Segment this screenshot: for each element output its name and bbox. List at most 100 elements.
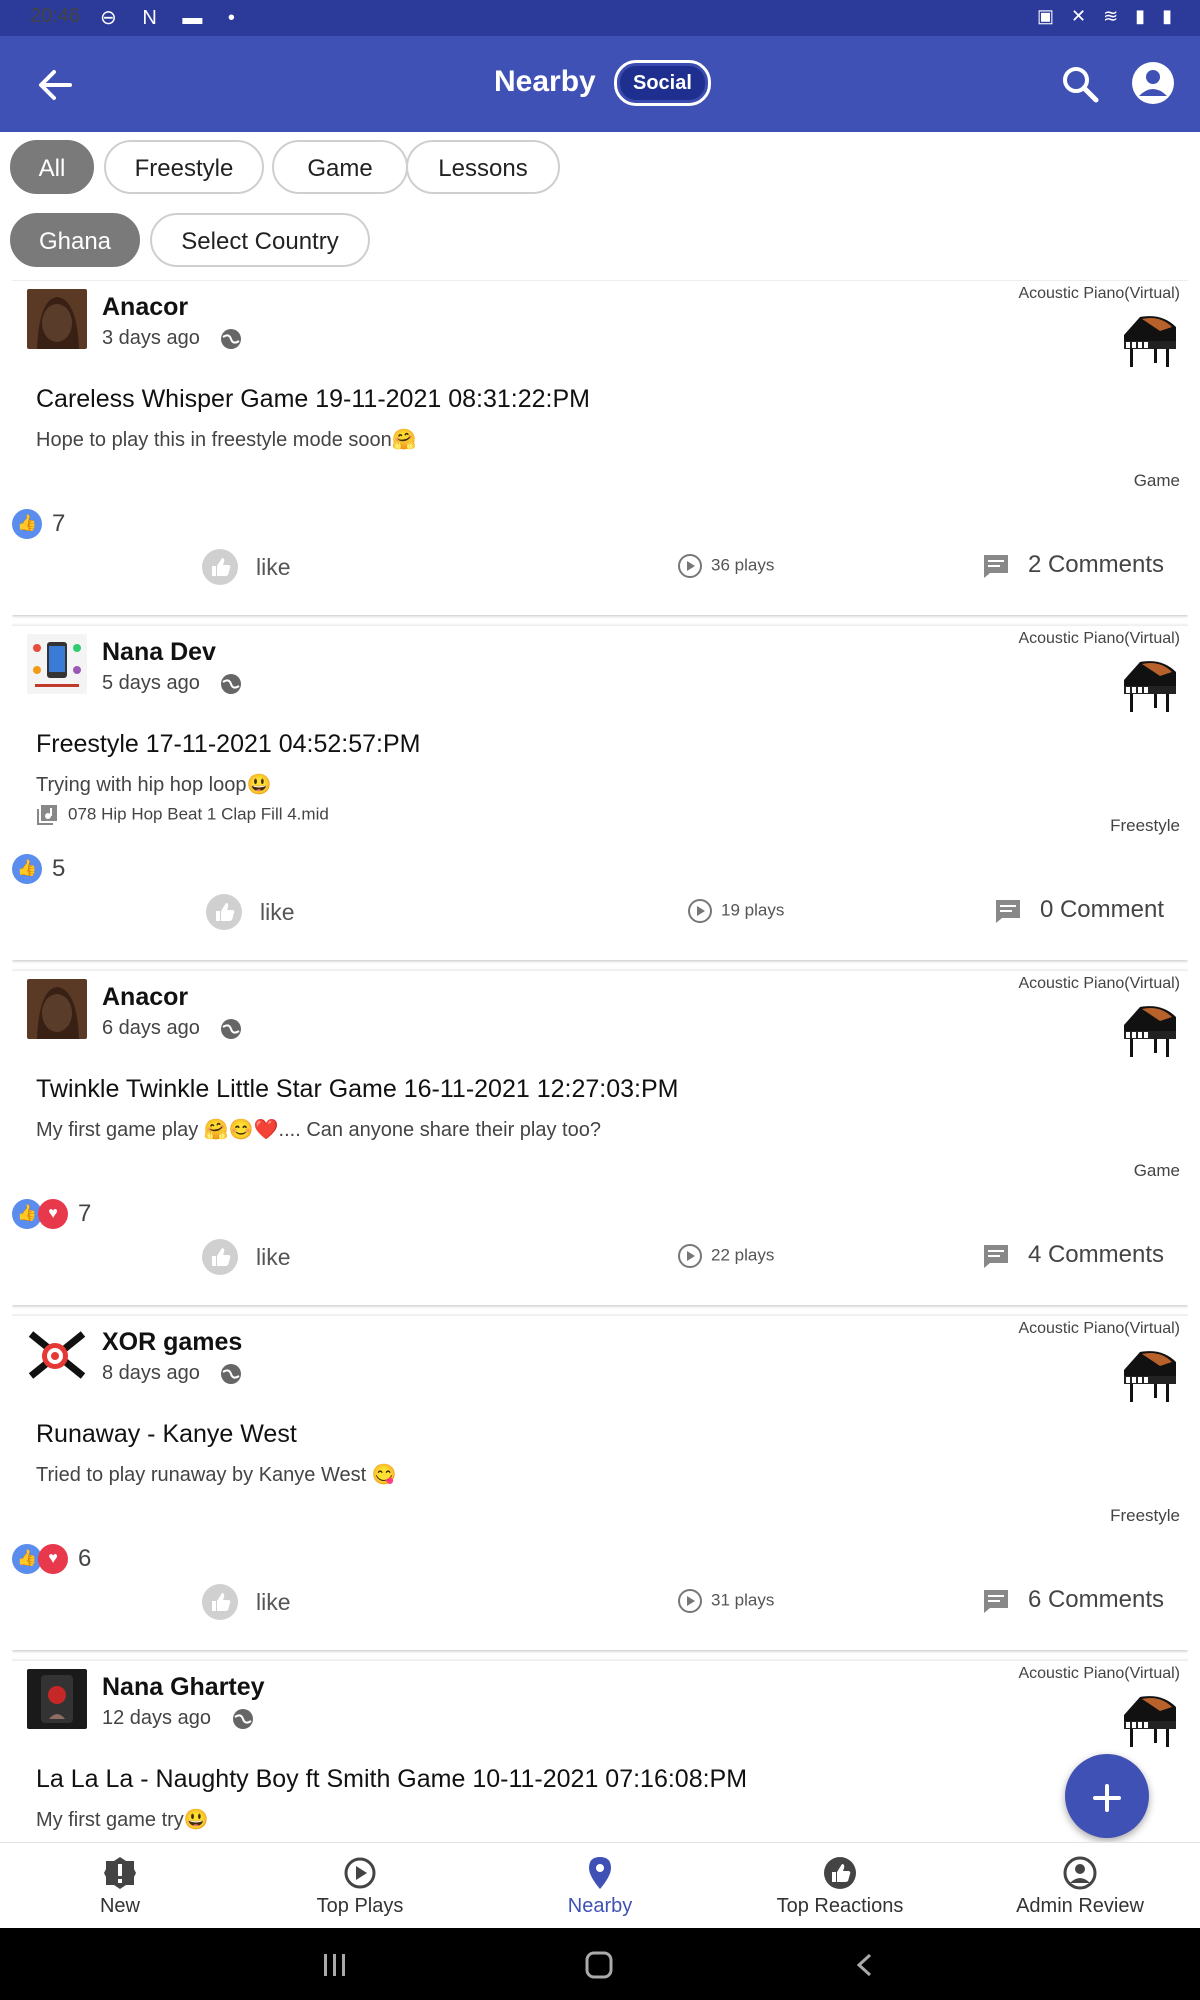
reaction-summary[interactable]: 👍 5 [12, 854, 65, 888]
post-time: 5 days ago [102, 672, 200, 694]
like-button[interactable]: like [202, 1584, 291, 1628]
play-count[interactable]: 22 plays [677, 1243, 774, 1269]
music-library-icon [37, 805, 57, 825]
back-icon[interactable] [852, 1952, 878, 1978]
post-category: Game [1133, 471, 1180, 490]
grand-piano-icon [1124, 316, 1176, 367]
avatar[interactable] [27, 979, 87, 1039]
post-username[interactable]: XOR games [102, 1328, 242, 1357]
social-badge[interactable]: Social [614, 60, 711, 106]
post-card[interactable]: Nana Ghartey 12 days ago Acoustic Piano(… [12, 1660, 1188, 1842]
grand-piano-icon [1124, 1696, 1176, 1747]
status-bar: 20:46 ⊖ N ▬ • ▣ ✕ ≋ ▮ ▮ [0, 0, 1200, 36]
back-arrow-icon[interactable] [30, 60, 80, 110]
play-count-label: 36 plays [711, 555, 775, 575]
avatar[interactable] [27, 1669, 87, 1729]
like-button[interactable]: like [206, 894, 295, 938]
post-time: 8 days ago [102, 1362, 200, 1384]
type-filter-chips: All Freestyle Game Lessons [10, 140, 1190, 196]
post-description: Hope to play this in freestyle mode soon… [36, 429, 417, 451]
comments-button[interactable]: 4 Comments [982, 1241, 1164, 1269]
chip-game[interactable]: Game [272, 140, 408, 194]
love-reaction-icon: ♥ [38, 1199, 68, 1229]
system-navigation-bar [0, 1928, 1200, 2000]
post-username[interactable]: Anacor [102, 293, 188, 322]
post-description: Tried to play runaway by Kanye West 😋 [36, 1464, 397, 1486]
nav-new[interactable]: New [0, 1843, 240, 1929]
chip-country-ghana[interactable]: Ghana [10, 213, 140, 267]
chip-freestyle[interactable]: Freestyle [104, 140, 264, 194]
status-system-icons: ▣ ✕ ≋ ▮ ▮ [1037, 6, 1178, 26]
plus-icon [1093, 1784, 1121, 1813]
comments-button[interactable]: 0 Comment [994, 896, 1164, 924]
status-time: 20:46 [30, 5, 81, 27]
chip-lessons[interactable]: Lessons [406, 140, 560, 194]
play-count-label: 31 plays [711, 1590, 775, 1610]
post-title[interactable]: Careless Whisper Game 19-11-2021 08:31:2… [36, 385, 590, 414]
post-title[interactable]: Runaway - Kanye West [36, 1420, 297, 1449]
add-post-button[interactable] [1065, 1754, 1149, 1838]
post-title[interactable]: La La La - Naughty Boy ft Smith Game 10-… [36, 1765, 747, 1794]
midi-filename: 078 Hip Hop Beat 1 Clap Fill 4.mid [68, 804, 329, 824]
like-button[interactable]: like [202, 549, 291, 593]
post-username[interactable]: Nana Ghartey [102, 1673, 265, 1702]
avatar[interactable] [27, 634, 87, 694]
reaction-summary[interactable]: 👍 ♥ 7 [12, 1199, 91, 1233]
thumb-up-icon [202, 1239, 238, 1275]
nav-label: New [99, 1895, 140, 1917]
nav-admin-review[interactable]: Admin Review [960, 1843, 1200, 1929]
like-reaction-icon: 👍 [12, 854, 42, 884]
nav-label: Top Reactions [776, 1895, 904, 1917]
post-card[interactable]: Anacor 3 days ago Acoustic Piano(Virtual… [12, 280, 1188, 615]
post-card[interactable]: Anacor 6 days ago Acoustic Piano(Virtual… [12, 970, 1188, 1305]
post-category: Freestyle [1110, 816, 1180, 835]
globe-icon [221, 674, 241, 694]
chip-all[interactable]: All [10, 140, 94, 194]
post-time: 3 days ago [102, 327, 200, 349]
post-card[interactable]: Nana Dev 5 days ago Acoustic Piano(Virtu… [12, 625, 1188, 960]
post-username[interactable]: Anacor [102, 983, 188, 1012]
reaction-summary[interactable]: 👍 ♥ 6 [12, 1544, 91, 1578]
reaction-count: 7 [52, 510, 66, 537]
home-icon[interactable] [584, 1950, 614, 1980]
play-count[interactable]: 31 plays [677, 1588, 774, 1614]
recent-apps-icon[interactable] [322, 1952, 348, 1978]
post-title[interactable]: Twinkle Twinkle Little Star Game 16-11-2… [36, 1075, 678, 1104]
avatar[interactable] [27, 289, 87, 349]
like-reaction-icon: 👍 [12, 509, 42, 539]
post-time: 12 days ago [102, 1707, 211, 1729]
like-label: like [260, 898, 295, 925]
like-button[interactable]: like [202, 1239, 291, 1283]
country-filter-chips: Ghana Select Country [10, 213, 1190, 269]
search-icon[interactable] [1058, 62, 1102, 106]
thumb-up-icon [202, 549, 238, 585]
post-category: Freestyle [1110, 1506, 1180, 1525]
like-label: like [256, 1588, 291, 1615]
grand-piano-icon [1124, 1351, 1176, 1402]
select-country-button[interactable]: Select Country [150, 213, 370, 267]
reaction-summary[interactable]: 👍 7 [12, 509, 65, 543]
reaction-count: 7 [78, 1200, 92, 1227]
avatar[interactable] [27, 1324, 87, 1384]
instrument-label: Acoustic Piano(Virtual) [1018, 1320, 1180, 1337]
play-count[interactable]: 19 plays [687, 898, 784, 924]
comments-label: 4 Comments [1027, 1241, 1164, 1268]
account-circle-icon[interactable] [1130, 60, 1176, 106]
nav-top-plays[interactable]: Top Plays [240, 1843, 480, 1929]
grand-piano-icon [1124, 661, 1176, 712]
post-card[interactable]: XOR games 8 days ago Acoustic Piano(Virt… [12, 1315, 1188, 1650]
nav-nearby[interactable]: Nearby [480, 1843, 720, 1929]
play-count[interactable]: 36 plays [677, 553, 774, 579]
post-category: Game [1133, 1161, 1180, 1180]
thumb-up-icon [202, 1584, 238, 1620]
nav-top-reactions[interactable]: Top Reactions [720, 1843, 960, 1929]
comments-button[interactable]: 6 Comments [982, 1586, 1164, 1614]
grand-piano-icon [1124, 1006, 1176, 1057]
post-actions: like 31 plays 6 Comments [12, 1584, 1188, 1634]
post-username[interactable]: Nana Dev [102, 638, 216, 667]
post-title[interactable]: Freestyle 17-11-2021 04:52:57:PM [36, 730, 421, 759]
nav-label: Nearby [567, 1895, 633, 1917]
like-label: like [256, 553, 291, 580]
midi-attachment[interactable]: 078 Hip Hop Beat 1 Clap Fill 4.mid [36, 804, 329, 826]
comments-button[interactable]: 2 Comments [982, 551, 1164, 579]
